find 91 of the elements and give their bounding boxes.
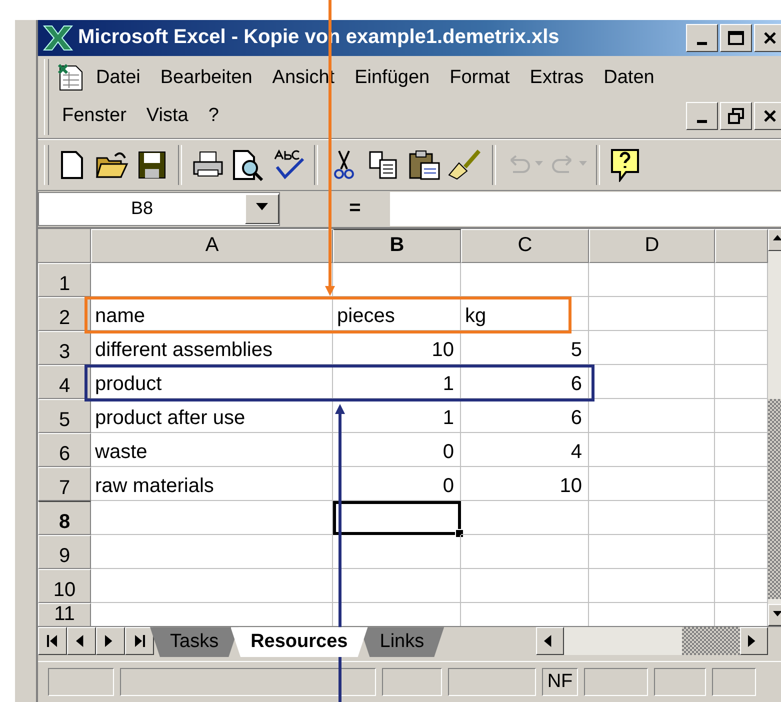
table-cell: raw materials <box>91 466 333 501</box>
close-button[interactable] <box>754 24 781 52</box>
column-header[interactable]: C <box>461 228 589 263</box>
help-icon <box>610 148 642 182</box>
column-header[interactable]: B <box>333 228 461 263</box>
menu-item[interactable]: Datei <box>86 66 150 89</box>
table-cell: 4 <box>461 432 589 467</box>
status-panel <box>654 668 706 696</box>
menu-item[interactable]: Einfügen <box>344 66 440 89</box>
formula-field[interactable] <box>390 192 781 226</box>
minimize-icon <box>697 42 707 45</box>
table-cell: pieces <box>333 296 461 331</box>
vertical-scrollbar[interactable] <box>768 228 781 626</box>
selected-cell[interactable] <box>333 500 461 535</box>
paintbrush-icon <box>447 148 483 181</box>
table-cell: 10 <box>461 466 589 501</box>
minimize-icon <box>697 120 707 123</box>
menu-item[interactable]: Fenster <box>52 104 136 127</box>
row-header[interactable]: 2 <box>38 296 91 331</box>
menu-item[interactable]: ? <box>198 104 229 127</box>
table-cell: 10 <box>333 330 461 365</box>
table-cell: 6 <box>461 364 589 399</box>
table-cell: 1 <box>333 364 461 399</box>
column-header[interactable]: D <box>589 228 715 263</box>
first-sheet-button[interactable] <box>38 627 67 656</box>
open-folder-icon <box>95 150 129 180</box>
row-header[interactable]: 10 <box>38 568 91 603</box>
scroll-thumb[interactable] <box>682 627 740 656</box>
scroll-down-button[interactable] <box>768 604 781 626</box>
maximize-button[interactable] <box>720 24 752 52</box>
scroll-right-button[interactable] <box>740 627 768 656</box>
menu-item[interactable]: Vista <box>136 104 198 127</box>
status-panel <box>382 668 442 696</box>
horizontal-scrollbar[interactable] <box>536 627 768 656</box>
table-cell: 6 <box>461 398 589 433</box>
status-panel <box>48 668 114 696</box>
table-cell: different assemblies <box>91 330 333 365</box>
select-all-button[interactable] <box>38 228 91 263</box>
row-header[interactable]: 5 <box>38 398 91 433</box>
scroll-up-button[interactable] <box>768 228 781 251</box>
row-header[interactable]: 9 <box>38 534 91 569</box>
status-indicator: NF <box>542 668 578 696</box>
close-icon <box>763 30 777 45</box>
name-box[interactable]: B8 <box>38 192 280 226</box>
scroll-thumb[interactable] <box>768 398 781 599</box>
excel-logo-icon <box>42 24 74 52</box>
status-panel <box>584 668 648 696</box>
minimize-button[interactable] <box>686 102 718 130</box>
restore-button[interactable] <box>720 102 752 130</box>
minimize-button[interactable] <box>686 24 718 52</box>
scissors-icon <box>331 148 357 181</box>
menu-item[interactable]: Extras <box>520 66 594 89</box>
status-panel <box>712 668 756 696</box>
paste-icon <box>407 148 441 181</box>
row-header[interactable]: 8 <box>38 500 91 535</box>
row-header[interactable]: 3 <box>38 330 91 365</box>
table-cell: 0 <box>333 432 461 467</box>
next-sheet-button[interactable] <box>96 627 125 656</box>
new-document-icon <box>59 150 85 180</box>
first-icon <box>46 634 60 648</box>
scroll-left-button[interactable] <box>536 627 564 656</box>
menu-item[interactable]: Bearbeiten <box>150 66 262 89</box>
close-button[interactable] <box>754 102 781 130</box>
dropdown-button[interactable] <box>245 194 279 224</box>
table-cell: product <box>91 364 333 399</box>
row-header[interactable]: 6 <box>38 432 91 467</box>
column-header[interactable] <box>715 228 768 263</box>
table-cell: product after use <box>91 398 333 433</box>
fill-handle[interactable] <box>455 528 464 538</box>
column-header[interactable]: A <box>91 228 333 263</box>
table-cell: waste <box>91 432 333 467</box>
menu-item[interactable]: Daten <box>594 66 664 89</box>
row-header[interactable]: 11 <box>38 602 91 626</box>
print-preview-icon <box>231 148 265 181</box>
table-cell: kg <box>461 296 589 331</box>
table-cell: name <box>91 296 333 331</box>
equals-sign: = <box>348 197 362 220</box>
row-header[interactable]: 4 <box>38 364 91 399</box>
close-icon <box>763 108 777 123</box>
last-sheet-button[interactable] <box>125 627 154 656</box>
sheet-tab[interactable]: Resources <box>230 627 368 658</box>
previous-sheet-button[interactable] <box>67 627 96 656</box>
restore-icon <box>728 108 744 124</box>
row-header[interactable]: 7 <box>38 466 91 501</box>
maximize-icon <box>728 30 744 45</box>
table-cell: 0 <box>333 466 461 501</box>
copy-icon <box>368 150 400 180</box>
row-header[interactable]: 1 <box>38 262 91 297</box>
menu-item[interactable]: Format <box>440 66 520 89</box>
last-icon <box>132 634 146 648</box>
table-cell: 5 <box>461 330 589 365</box>
